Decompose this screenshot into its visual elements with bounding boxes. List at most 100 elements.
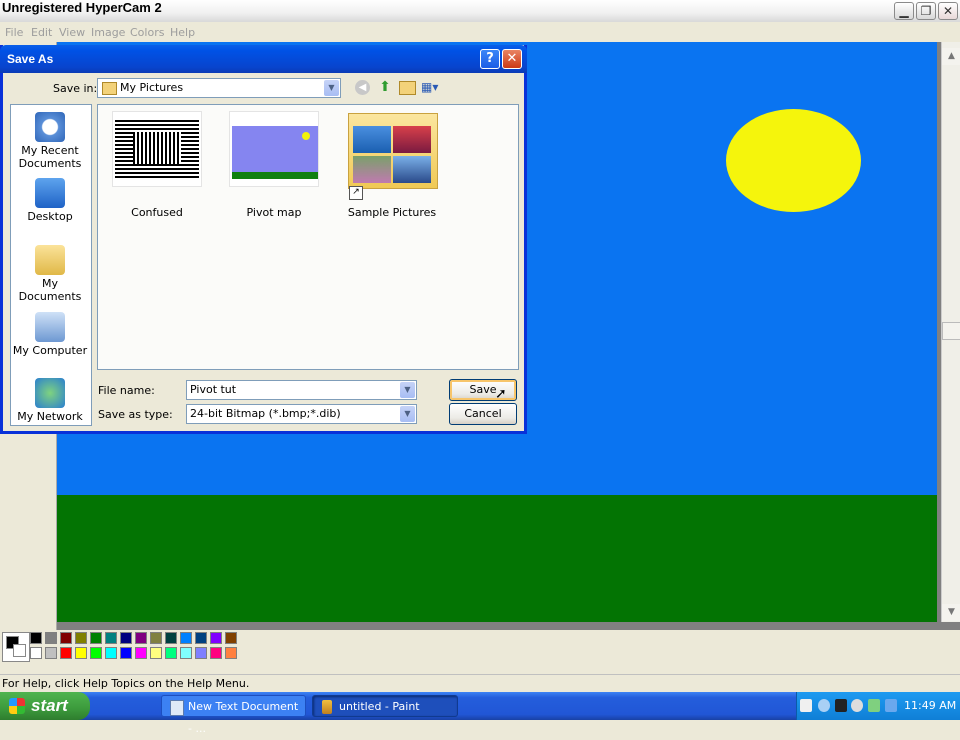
color-swatch[interactable] [135,632,147,644]
mouse-cursor-icon: ➚ [495,386,507,402]
color-swatch[interactable] [135,647,147,659]
minimize-button[interactable]: ▁ [894,2,914,20]
file-name-value: Pivot tut [190,383,237,396]
file-label-sample-pictures[interactable]: Sample Pictures [337,206,447,219]
color-swatch[interactable] [30,632,42,644]
scroll-thumb[interactable] [942,322,960,340]
tray-network-icon[interactable] [885,699,897,712]
color-swatch[interactable] [60,632,72,644]
chevron-down-icon[interactable]: ▼ [400,406,415,422]
save-type-select[interactable]: 24-bit Bitmap (*.bmp;*.dib) ▼ [186,404,417,424]
color-swatch[interactable] [30,647,42,659]
color-swatch[interactable] [210,647,222,659]
scroll-down-icon[interactable]: ▼ [942,604,960,621]
new-folder-icon[interactable] [399,81,416,95]
color-swatch[interactable] [45,632,57,644]
place-label: My Network [17,410,83,423]
desktop-icon [35,178,65,208]
color-swatch[interactable] [120,647,132,659]
color-swatch[interactable] [225,632,237,644]
color-swatch[interactable] [180,632,192,644]
file-label-confused[interactable]: Confused [102,206,212,219]
status-text: For Help, click Help Topics on the Help … [2,677,250,690]
color-swatch[interactable] [165,632,177,644]
paint-icon [322,700,332,714]
color-swatch[interactable] [150,647,162,659]
sample-photo-2 [393,126,431,153]
chevron-down-icon[interactable]: ▼ [400,382,415,398]
place-my-documents[interactable]: My Documents [10,245,90,303]
sample-photo-1 [353,126,391,153]
my-computer-icon [35,312,65,342]
grass-drawing [57,495,937,622]
my-network-icon [35,378,65,408]
save-in-combo[interactable]: My Pictures ▼ [97,78,341,98]
cancel-button[interactable]: Cancel [449,403,517,425]
save-in-value: My Pictures [120,81,184,94]
clock: 11:49 AM [904,699,957,712]
scroll-up-icon[interactable]: ▲ [942,48,960,65]
current-colors [2,632,30,662]
place-my-network[interactable]: My Network [10,378,90,423]
swatch-grid [30,632,240,662]
menu-edit[interactable]: Edit [31,26,52,39]
color-swatch[interactable] [105,647,117,659]
tray-expand-icon[interactable] [818,699,830,712]
start-button[interactable]: start [0,692,90,720]
close-window-button[interactable]: ✕ [938,2,958,20]
menu-file[interactable]: File [5,26,23,39]
menu-colors[interactable]: Colors [130,26,164,39]
up-folder-icon[interactable]: ⬆ [377,79,393,95]
place-desktop[interactable]: Desktop [10,178,90,223]
folder-icon [102,82,117,95]
file-label-pivot-map[interactable]: Pivot map [219,206,329,219]
color-swatch[interactable] [225,647,237,659]
windows-logo-icon [9,698,25,714]
file-name-input[interactable]: Pivot tut ▼ [186,380,417,400]
menu-help[interactable]: Help [170,26,195,39]
dialog-help-button[interactable]: ? [480,49,500,69]
dialog-title: Save As [7,52,54,66]
tray-help-icon[interactable] [800,699,812,712]
color-swatch[interactable] [195,632,207,644]
tray-app-icon[interactable] [835,699,847,712]
dialog-title-bar [0,45,527,73]
color-swatch[interactable] [150,632,162,644]
tray-volume-icon[interactable] [851,699,863,712]
dialog-close-button[interactable]: ✕ [502,49,522,69]
place-my-computer[interactable]: My Computer [10,312,90,357]
color-swatch[interactable] [90,632,102,644]
color-swatch[interactable] [75,632,87,644]
view-menu-icon[interactable]: ▦▾ [421,80,441,95]
color-swatch[interactable] [195,647,207,659]
menu-image[interactable]: Image [91,26,125,39]
tray-security-icon[interactable] [868,699,880,712]
sun-drawing [726,109,861,212]
maximize-button[interactable]: ❐ [916,2,936,20]
color-swatch[interactable] [105,632,117,644]
folder-thumbnail-sample-pictures[interactable]: ↗ [348,113,438,200]
color-swatch[interactable] [210,632,222,644]
back-icon[interactable]: ◀ [355,80,370,95]
status-bar: For Help, click Help Topics on the Help … [0,674,960,693]
chevron-down-icon[interactable]: ▼ [324,80,339,96]
place-recent[interactable]: My Recent Documents [10,112,90,170]
menu-view[interactable]: View [59,26,85,39]
color-swatch[interactable] [60,647,72,659]
recorder-banner: Unregistered HyperCam 2 [2,0,162,15]
file-thumbnail-pivot-map[interactable] [229,111,319,187]
vertical-scrollbar[interactable]: ▲ ▼ [941,42,960,622]
recent-documents-icon [35,112,65,142]
color-swatch[interactable] [75,647,87,659]
place-label: My Documents [18,277,82,303]
file-thumbnail-confused[interactable] [112,111,202,187]
color-swatch[interactable] [90,647,102,659]
color-swatch[interactable] [120,632,132,644]
close-icon: ✕ [942,4,954,18]
file-name-label: File name: [98,384,155,397]
color-swatch[interactable] [180,647,192,659]
task-paint[interactable]: untitled - Paint [312,695,458,717]
color-swatch[interactable] [45,647,57,659]
task-text-document[interactable]: New Text Document - ... [161,695,306,735]
color-swatch[interactable] [165,647,177,659]
